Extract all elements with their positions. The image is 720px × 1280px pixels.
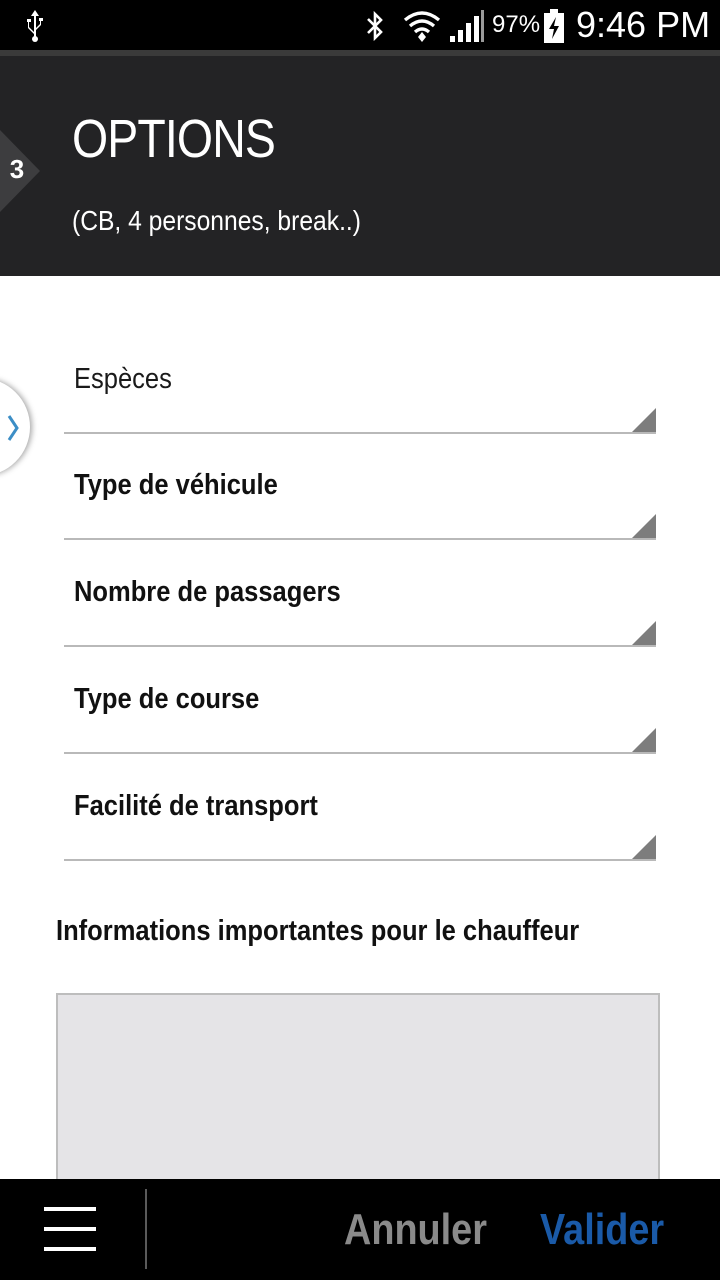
field-label: Espèces <box>74 363 172 395</box>
menu-button[interactable] <box>40 1203 102 1255</box>
bottom-action-bar: Annuler Valider <box>0 1179 720 1280</box>
hamburger-menu-icon <box>44 1247 96 1251</box>
bar-divider <box>145 1189 147 1269</box>
signal-icon <box>450 10 484 42</box>
field-label: Nombre de passagers <box>74 576 341 608</box>
options-header: 3 OPTIONS (CB, 4 personnes, break..) <box>0 56 720 276</box>
passenger-count-select[interactable]: Nombre de passagers <box>64 575 656 647</box>
page-subtitle: (CB, 4 personnes, break..) <box>72 205 361 236</box>
hamburger-menu-icon <box>44 1227 96 1231</box>
dropdown-triangle-icon <box>632 728 656 752</box>
dropdown-triangle-icon <box>632 621 656 645</box>
validate-button[interactable]: Valider <box>540 1205 664 1255</box>
page-title: OPTIONS <box>72 109 276 169</box>
clock: 9:46 PM <box>576 4 711 45</box>
battery-charging-icon <box>544 9 564 43</box>
step-number: 3 <box>9 154 25 184</box>
chevron-right-icon <box>7 415 19 441</box>
dropdown-triangle-icon <box>632 408 656 432</box>
ride-type-select[interactable]: Type de course <box>64 682 656 754</box>
transport-facility-select[interactable]: Facilité de transport <box>64 789 656 861</box>
hamburger-menu-icon <box>44 1207 96 1211</box>
cancel-button[interactable]: Annuler <box>344 1205 487 1255</box>
payment-method-select[interactable]: Espèces <box>64 362 656 434</box>
field-label: Type de course <box>74 683 260 715</box>
wifi-icon <box>403 11 441 42</box>
vehicle-type-select[interactable]: Type de véhicule <box>64 468 656 540</box>
field-label: Type de véhicule <box>74 469 278 501</box>
battery-percent: 97% <box>492 11 541 38</box>
status-bar: 97% 9:46 PM <box>0 0 720 50</box>
dropdown-triangle-icon <box>632 514 656 538</box>
usb-icon <box>27 10 43 42</box>
side-drawer-tab[interactable] <box>0 378 30 476</box>
driver-info-label: Informations importantes pour le chauffe… <box>56 915 580 947</box>
dropdown-triangle-icon <box>632 835 656 859</box>
field-label: Facilité de transport <box>74 790 318 822</box>
driver-info-textarea[interactable] <box>56 993 660 1193</box>
bluetooth-icon <box>367 10 383 42</box>
